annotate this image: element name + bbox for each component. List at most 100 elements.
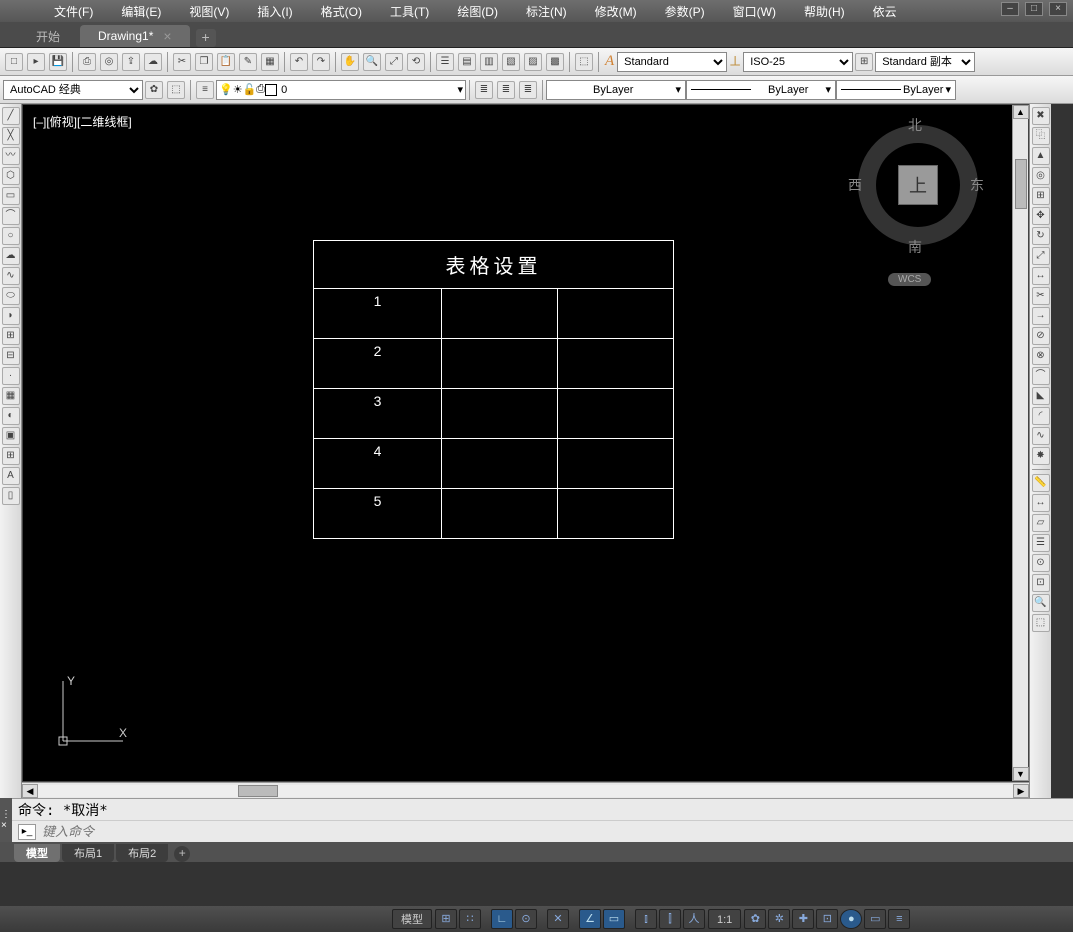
ortho-toggle-icon[interactable]: ∟ [491, 909, 513, 929]
find-icon[interactable]: 🔍 [1032, 594, 1050, 612]
osnap-toggle-icon[interactable]: ✕ [547, 909, 569, 929]
ellipse-icon[interactable]: ⬭ [2, 287, 20, 305]
zoom-window-icon[interactable]: ⤢ [385, 53, 403, 71]
view-cube[interactable]: 北 南 西 东 上 WCS [848, 115, 988, 275]
new-icon[interactable]: □ [5, 53, 23, 71]
color-control[interactable]: ByLayer▾ [546, 80, 686, 100]
anno-vis-icon[interactable]: ✲ [768, 909, 790, 929]
command-drag-handle[interactable]: ⋮× [0, 798, 12, 842]
scrollbar-horizontal[interactable]: ◀ ▶ [22, 782, 1029, 798]
drawing-canvas[interactable]: [–][俯视][二维线框] 表格设置 1 2 3 4 5 Y X [22, 104, 1029, 782]
window-close-icon[interactable]: × [1049, 2, 1067, 16]
block-icon[interactable]: ▦ [261, 53, 279, 71]
stretch-icon[interactable]: ↔ [1032, 267, 1050, 285]
qp-toggle-icon[interactable]: 人 [683, 909, 705, 929]
layer-state-icon[interactable]: ≣ [475, 81, 493, 99]
array-icon[interactable]: ⊞ [1032, 187, 1050, 205]
markup-icon[interactable]: ▨ [524, 53, 542, 71]
workspace-settings-icon[interactable]: ✿ [145, 81, 163, 99]
table-cell[interactable]: 4 [314, 439, 442, 489]
new-tab-button[interactable]: + [196, 29, 216, 47]
ucs-icon[interactable]: Y X [53, 671, 133, 751]
menu-tools[interactable]: 工具(T) [376, 3, 443, 20]
preview-icon[interactable]: ◎ [100, 53, 118, 71]
gradient-icon[interactable]: ◐ [2, 407, 20, 425]
layer-manager-icon[interactable]: ≡ [196, 81, 214, 99]
table-cell[interactable] [558, 489, 674, 539]
menu-edit[interactable]: 编辑(E) [107, 3, 175, 20]
table-cell[interactable] [558, 389, 674, 439]
viewcube-top-face[interactable]: 上 [898, 165, 938, 205]
table-cell[interactable]: 3 [314, 389, 442, 439]
menu-view[interactable]: 视图(V) [175, 3, 243, 20]
tab-start[interactable]: 开始 [18, 25, 78, 47]
undo-icon[interactable]: ↶ [290, 53, 308, 71]
region-icon[interactable]: ▣ [2, 427, 20, 445]
scroll-down-icon[interactable]: ▼ [1013, 767, 1029, 781]
customize-icon[interactable]: ≡ [888, 909, 910, 929]
clean-screen-icon[interactable]: ▭ [864, 909, 886, 929]
properties-icon[interactable]: ☰ [436, 53, 454, 71]
draworder-icon[interactable]: ⬚ [1032, 614, 1050, 632]
wcs-label[interactable]: WCS [888, 273, 931, 286]
list-icon[interactable]: ☰ [1032, 534, 1050, 552]
scrollbar-vertical[interactable]: ▲ ▼ [1012, 105, 1028, 781]
measure-icon[interactable]: 📏 [1032, 474, 1050, 492]
dyn-toggle-icon[interactable]: ▭ [603, 909, 625, 929]
join-icon[interactable]: ⌒ [1032, 367, 1050, 385]
open-icon[interactable]: ▸ [27, 53, 45, 71]
area-icon[interactable]: ▱ [1032, 514, 1050, 532]
drawing-table[interactable]: 表格设置 1 2 3 4 5 [313, 240, 674, 539]
circle-icon[interactable]: ○ [2, 227, 20, 245]
tab-drawing1[interactable]: Drawing1* × [80, 25, 190, 47]
add-layout-button[interactable]: + [174, 846, 190, 862]
break-icon[interactable]: ⊘ [1032, 327, 1050, 345]
command-prompt-icon[interactable]: ▸_ [18, 824, 36, 840]
menu-help[interactable]: 帮助(H) [790, 3, 859, 20]
scroll-left-icon[interactable]: ◀ [22, 784, 38, 798]
menu-modify[interactable]: 修改(M) [581, 3, 651, 20]
compass-east[interactable]: 东 [970, 175, 984, 195]
layout-tab-2[interactable]: 布局2 [116, 844, 168, 862]
save-icon[interactable]: 💾 [49, 53, 67, 71]
copy-icon[interactable]: ❐ [195, 53, 213, 71]
workspace-save-icon[interactable]: ⬚ [167, 81, 185, 99]
command-input[interactable] [42, 824, 1073, 839]
fillet-icon[interactable]: ◜ [1032, 407, 1050, 425]
table-cell[interactable] [558, 339, 674, 389]
zoom-icon[interactable]: 🔍 [363, 53, 381, 71]
table-cell[interactable] [558, 289, 674, 339]
mirror-icon[interactable]: ▲ [1032, 147, 1050, 165]
polygon-icon[interactable]: ⬡ [2, 167, 20, 185]
scroll-up-icon[interactable]: ▲ [1013, 105, 1029, 119]
table-cell[interactable] [442, 339, 558, 389]
blend-icon[interactable]: ∿ [1032, 427, 1050, 445]
menu-parametric[interactable]: 参数(P) [651, 3, 719, 20]
insert-block-icon[interactable]: ⊞ [2, 327, 20, 345]
layer-control[interactable]: 💡 ☀ 🔓 ⎙ 0 ▾ [216, 80, 466, 100]
lwt-toggle-icon[interactable]: ⫾ [635, 909, 657, 929]
arc-icon[interactable]: ⌒ [2, 207, 20, 225]
id-icon[interactable]: ⊙ [1032, 554, 1050, 572]
move-icon[interactable]: ✥ [1032, 207, 1050, 225]
dist-icon[interactable]: ↔ [1032, 494, 1050, 512]
offset-icon[interactable]: ◎ [1032, 167, 1050, 185]
close-tab-icon[interactable]: × [163, 28, 171, 44]
compass-north[interactable]: 北 [908, 115, 922, 135]
calc-icon[interactable]: ▩ [546, 53, 564, 71]
table-title-cell[interactable]: 表格设置 [314, 241, 674, 289]
line-icon[interactable]: ╱ [2, 107, 20, 125]
scroll-right-icon[interactable]: ▶ [1013, 784, 1029, 798]
isolate-icon[interactable]: ● [840, 909, 862, 929]
table-cell[interactable]: 5 [314, 489, 442, 539]
menu-file[interactable]: 文件(F) [40, 3, 107, 20]
mtext-icon[interactable]: A [2, 467, 20, 485]
menu-window[interactable]: 窗口(W) [719, 3, 790, 20]
table-cell[interactable] [442, 289, 558, 339]
qselect-icon[interactable]: ⊡ [1032, 574, 1050, 592]
menu-format[interactable]: 格式(O) [307, 3, 376, 20]
tablestyle-select[interactable]: Standard 副本 [875, 52, 975, 72]
layout-tab-1[interactable]: 布局1 [62, 844, 114, 862]
xline-icon[interactable]: ╳ [2, 127, 20, 145]
status-model-button[interactable]: 模型 [392, 909, 432, 929]
